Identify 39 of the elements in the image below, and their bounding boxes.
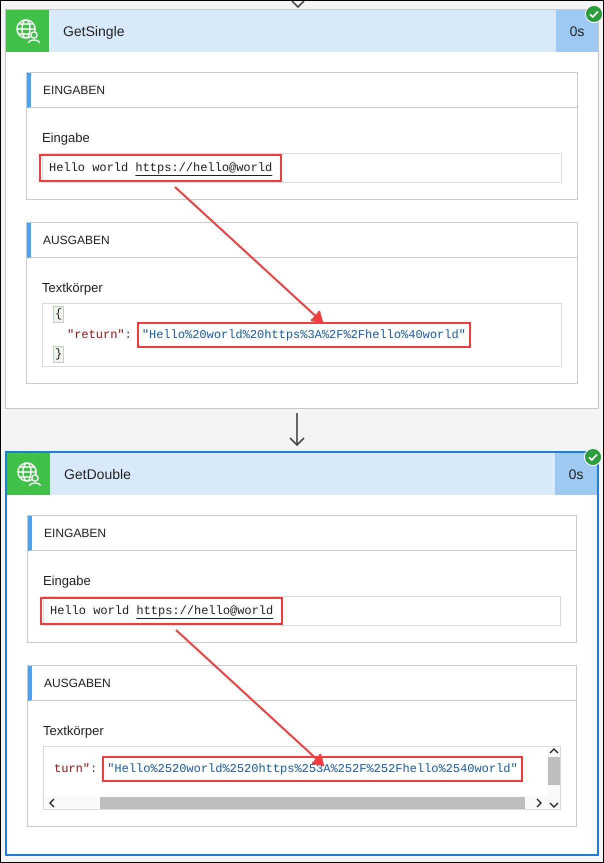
json-colon: : [124, 327, 132, 344]
scroll-right-icon[interactable] [535, 798, 543, 808]
field-label: Eingabe [42, 130, 91, 145]
highlighted-input-value: Hello world https://hello@world [40, 597, 284, 625]
section-header[interactable]: EINGABEN [27, 73, 577, 108]
section-title: AUSGABEN [43, 233, 110, 247]
scroll-left-icon[interactable] [48, 798, 56, 808]
globe-person-icon [16, 461, 42, 487]
section-title: EINGABEN [43, 83, 106, 97]
horizontal-scrollbar[interactable] [44, 796, 547, 809]
json-brace: { [53, 306, 64, 323]
vertical-scrollbar[interactable] [547, 747, 560, 809]
scroll-down-icon[interactable] [548, 801, 558, 809]
action-title: GetDouble [64, 466, 131, 482]
action-title-bar[interactable]: GetSingle [49, 10, 556, 52]
field-label: Eingabe [43, 573, 92, 588]
json-value: "Hello%2520world%2520https%253A%252F%252Fhello%2540world" [102, 756, 523, 782]
json-colon: : [90, 761, 98, 778]
scroll-up-icon[interactable] [548, 747, 558, 755]
duration-label: 0s [556, 10, 598, 52]
section-title: AUSGABEN [44, 676, 111, 690]
action-card[interactable]: GetDouble 0s EINGABEN Eingabe Hello world https://hello@world AUSGABEN Textkörper turn": "Hello%2520world%2520https%253A%252F%252Fhello%2540world" [5, 451, 599, 856]
json-brace: } [53, 346, 64, 363]
connector-arrow [289, 413, 305, 447]
section-title: EINGABEN [44, 526, 106, 540]
json-value: "Hello%20world%20https%3A%2F%2Fhello%40world" [136, 322, 471, 348]
action-title: GetSingle [63, 23, 124, 39]
arrow-tip-icon [291, 1, 305, 8]
section-header[interactable]: EINGABEN [28, 516, 576, 551]
section-header[interactable]: AUSGABEN [28, 666, 576, 701]
highlighted-input-value: Hello world https://hello@world [39, 154, 282, 182]
section-header[interactable]: AUSGABEN [27, 223, 577, 258]
field-label: Textkörper [42, 280, 104, 295]
field-label: Textkörper [43, 723, 105, 738]
json-key: turn" [54, 760, 90, 778]
json-key: "return" [67, 326, 125, 344]
action-title-bar[interactable]: GetDouble [50, 453, 555, 495]
duration-label: 0s [555, 453, 597, 495]
globe-person-icon [14, 18, 40, 44]
